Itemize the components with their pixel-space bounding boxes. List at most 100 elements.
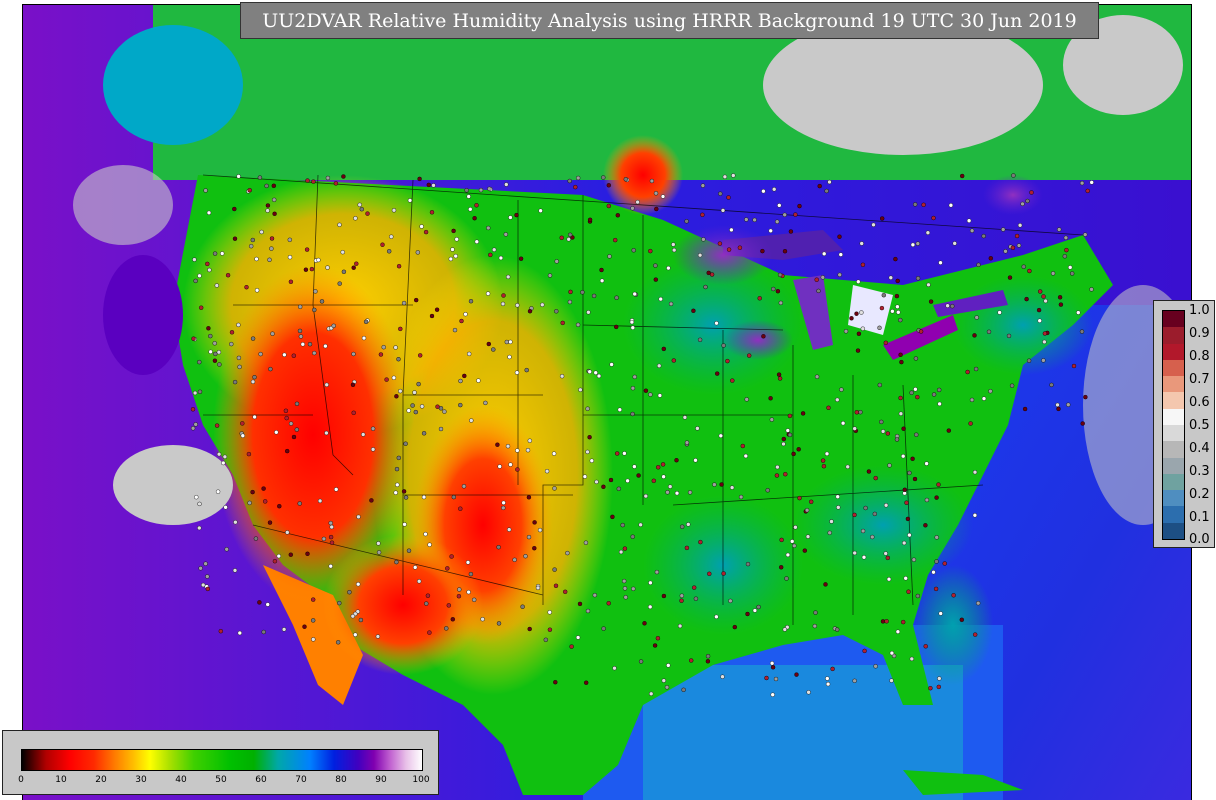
station-marker — [488, 252, 493, 258]
station-marker — [862, 648, 867, 654]
station-marker — [271, 183, 277, 189]
station-marker — [988, 389, 993, 394]
station-marker — [294, 401, 300, 406]
station-marker — [737, 245, 743, 250]
station-marker — [311, 618, 316, 623]
station-marker — [938, 260, 943, 265]
station-marker — [452, 327, 458, 333]
station-marker — [258, 351, 263, 357]
station-marker — [282, 352, 287, 357]
station-marker — [700, 183, 706, 188]
station-marker — [907, 532, 912, 538]
colorbar-bottom: 0 10 20 30 40 50 60 70 80 90 100 — [2, 730, 439, 795]
station-marker — [250, 336, 256, 341]
station-marker — [508, 215, 513, 220]
station-marker — [267, 520, 273, 525]
station-marker — [775, 219, 780, 224]
station-marker — [456, 594, 462, 599]
station-marker — [923, 644, 928, 649]
station-marker — [501, 500, 506, 505]
station-marker — [224, 547, 229, 552]
station-marker — [401, 300, 407, 306]
station-marker — [515, 467, 520, 472]
station-marker — [281, 627, 287, 632]
station-marker — [526, 495, 532, 500]
station-marker — [485, 291, 491, 296]
station-marker — [877, 325, 882, 330]
station-marker — [504, 182, 509, 187]
station-marker — [691, 308, 696, 313]
station-marker — [232, 236, 238, 241]
station-marker — [981, 233, 986, 239]
station-marker — [474, 203, 479, 208]
station-marker — [827, 179, 832, 185]
station-marker — [945, 303, 950, 308]
station-marker — [883, 503, 889, 508]
station-marker — [714, 614, 719, 619]
station-marker — [194, 495, 199, 500]
station-marker — [972, 470, 978, 475]
station-marker — [668, 484, 673, 489]
station-marker — [395, 482, 400, 487]
colorbar-right-label: 0.9 — [1189, 326, 1210, 341]
station-marker — [1003, 249, 1008, 254]
station-marker — [583, 540, 589, 545]
station-marker — [825, 676, 830, 681]
station-marker — [359, 206, 364, 212]
station-marker — [653, 191, 659, 196]
station-marker — [629, 319, 635, 325]
station-marker — [933, 586, 939, 592]
station-marker — [870, 534, 875, 540]
station-marker — [507, 354, 512, 360]
station-marker — [276, 553, 282, 559]
station-marker — [729, 485, 735, 490]
station-marker — [913, 356, 919, 361]
station-marker — [378, 352, 384, 357]
station-marker — [464, 188, 469, 193]
station-marker — [391, 375, 397, 380]
station-marker — [487, 186, 492, 192]
station-marker — [852, 426, 857, 431]
station-marker — [625, 478, 630, 483]
station-marker — [370, 426, 376, 431]
station-marker — [254, 256, 259, 262]
station-marker — [740, 443, 745, 449]
station-marker — [586, 310, 591, 315]
station-marker — [677, 623, 683, 629]
station-marker — [311, 637, 316, 642]
station-marker — [271, 197, 277, 203]
station-marker — [410, 403, 415, 408]
station-marker — [854, 311, 859, 316]
station-marker — [551, 451, 557, 456]
station-marker — [859, 310, 864, 315]
station-marker — [474, 239, 479, 244]
station-marker — [705, 659, 711, 664]
station-marker — [331, 323, 336, 328]
station-marker — [601, 175, 606, 180]
station-marker — [575, 322, 581, 327]
station-marker — [606, 183, 611, 188]
station-marker — [924, 461, 929, 466]
station-marker — [198, 305, 204, 310]
station-marker — [307, 342, 313, 347]
station-marker — [880, 429, 886, 434]
station-marker — [785, 552, 791, 558]
station-marker — [656, 465, 661, 470]
station-marker — [453, 253, 458, 259]
station-marker — [387, 249, 392, 254]
station-marker — [351, 265, 356, 270]
station-marker — [806, 690, 811, 695]
station-marker — [883, 340, 888, 345]
station-marker — [871, 222, 876, 228]
station-marker — [821, 464, 827, 469]
station-marker — [648, 604, 653, 610]
station-marker — [394, 559, 399, 565]
station-marker — [497, 464, 502, 469]
station-marker — [393, 345, 398, 350]
station-marker — [448, 256, 453, 262]
station-marker — [649, 178, 655, 184]
station-marker — [375, 634, 381, 639]
station-marker — [697, 252, 703, 258]
station-marker — [288, 421, 294, 426]
station-marker — [415, 250, 420, 255]
